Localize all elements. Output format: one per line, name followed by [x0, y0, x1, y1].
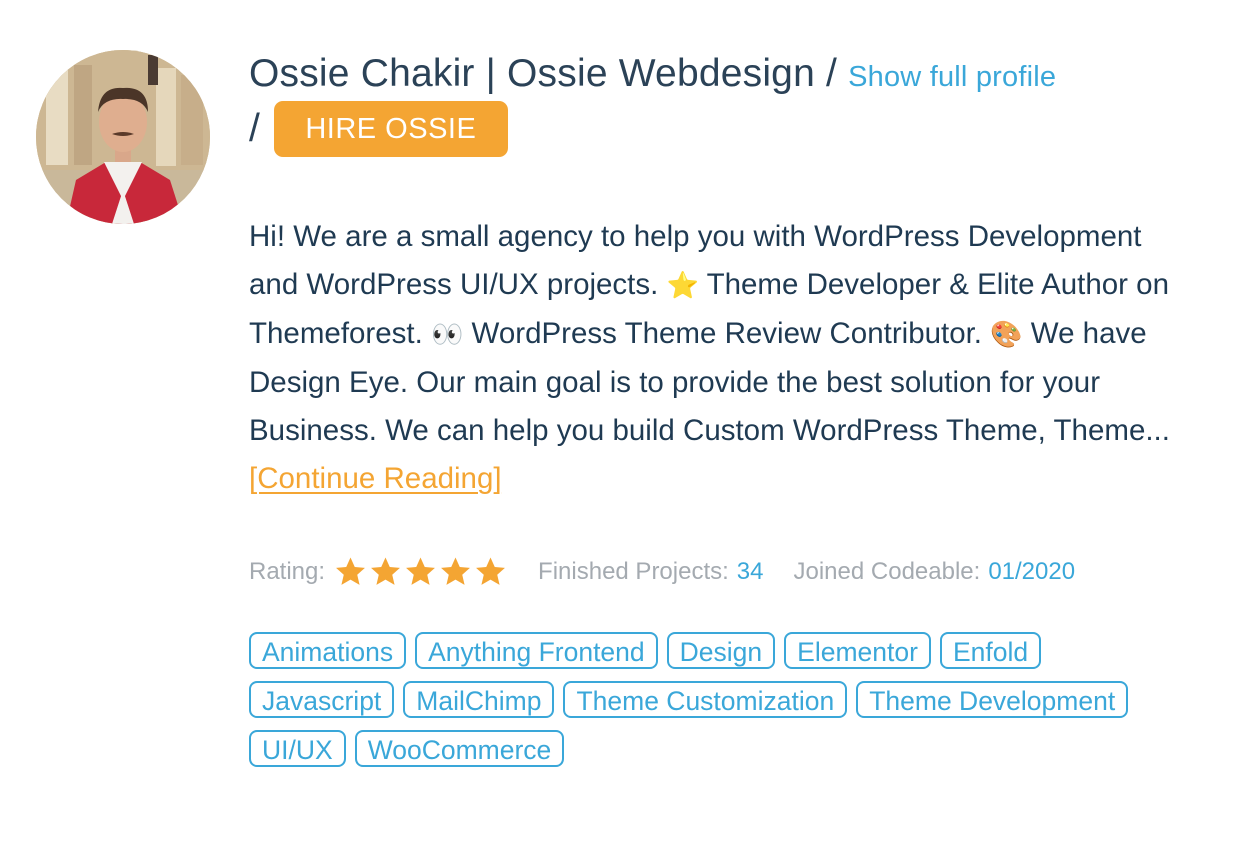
joined-value: 01/2020 [988, 557, 1076, 585]
rating-label: Rating: [249, 557, 326, 585]
skill-tag[interactable]: WooCommerce [354, 730, 565, 767]
star-icon [473, 555, 508, 588]
profile-name: Ossie Chakir | Ossie Webdesign [249, 52, 815, 95]
hire-button[interactable]: HIRE OSSIE [273, 101, 508, 157]
separator: / [249, 107, 260, 150]
finished-projects-label: Finished Projects: [538, 557, 729, 585]
show-full-profile-link[interactable]: Show full profile [848, 61, 1056, 93]
bio-text: Hi! We are a small agency to help you wi… [249, 213, 1174, 503]
skill-tag[interactable]: Enfold [939, 632, 1042, 669]
skill-tag[interactable]: UI/UX [249, 730, 346, 767]
continue-reading-link[interactable]: [Continue Reading] [249, 462, 502, 495]
rating-stars [333, 555, 508, 588]
joined-group: Joined Codeable: 01/2020 [794, 558, 1076, 586]
star-icon [333, 555, 368, 588]
skill-tag[interactable]: Theme Development [856, 681, 1129, 718]
star-emoji-icon: ⭐ [666, 271, 699, 301]
skill-tag[interactable]: MailChimp [403, 681, 555, 718]
skill-tag[interactable]: Anything Frontend [415, 632, 658, 669]
skill-tags: Animations Anything Frontend Design Element… [249, 632, 1149, 779]
skill-tag[interactable]: Design [666, 632, 776, 669]
avatar[interactable] [36, 50, 210, 224]
star-icon [403, 555, 438, 588]
skill-tag[interactable]: Javascript [249, 681, 395, 718]
joined-label: Joined Codeable: [793, 557, 981, 585]
skill-tag[interactable]: Elementor [784, 632, 931, 669]
star-icon [438, 555, 473, 588]
bio-segment: WordPress Theme Review Contributor. [463, 317, 991, 350]
eyes-emoji-icon: 👀 [430, 320, 464, 350]
profile-card: Ossie Chakir | Ossie Webdesign / Show fu… [249, 48, 1179, 779]
skill-tag[interactable]: Animations [249, 632, 407, 669]
finished-projects-value: 34 [736, 557, 764, 585]
star-icon [368, 555, 403, 588]
finished-projects-group: Finished Projects: 34 [538, 558, 763, 586]
skill-tag[interactable]: Theme Customization [563, 681, 848, 718]
avatar-photo [36, 50, 210, 224]
profile-header: Ossie Chakir | Ossie Webdesign / Show fu… [249, 48, 1179, 103]
rating-group: Rating: [249, 555, 508, 588]
separator: / [826, 52, 838, 95]
profile-stats: Rating: Finished Projects: 34 Joined Cod… [249, 555, 1179, 588]
palette-emoji-icon: 🎨 [990, 320, 1023, 350]
